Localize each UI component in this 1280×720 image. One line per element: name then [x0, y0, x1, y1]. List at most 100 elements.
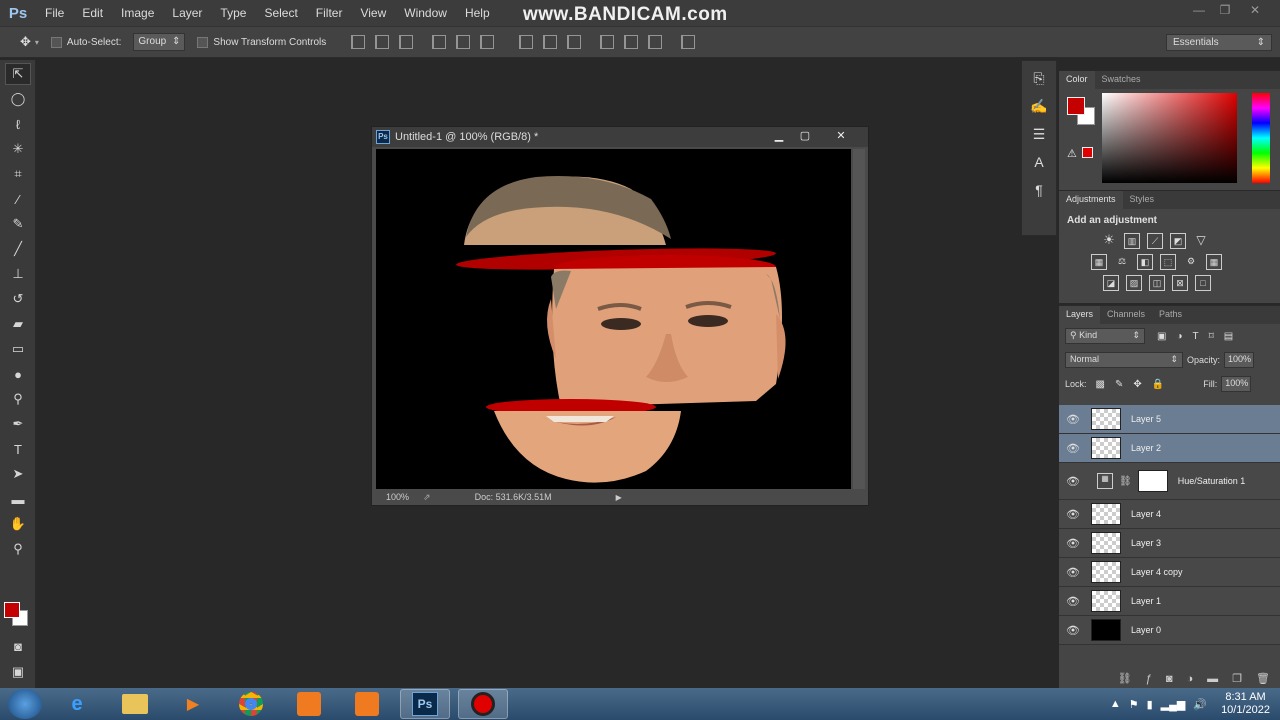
visibility-eye-icon[interactable]: 👁 — [1059, 595, 1087, 608]
minimize-icon[interactable]: — — [1188, 3, 1210, 17]
visibility-eye-icon[interactable]: 👁 — [1059, 475, 1087, 488]
battery-icon[interactable]: ▮ — [1147, 698, 1153, 711]
doc-close-icon[interactable]: ✕ — [832, 129, 850, 143]
dodge-icon[interactable]: ⚲ — [5, 388, 31, 410]
distribute-top-icon[interactable] — [519, 35, 534, 49]
gradient-map-icon[interactable]: ⊠ — [1172, 275, 1188, 291]
visibility-eye-icon[interactable]: 👁 — [1059, 537, 1087, 550]
exposure-icon[interactable]: ◩ — [1170, 233, 1186, 249]
restore-icon[interactable]: ❐ — [1214, 3, 1236, 17]
history-brush-icon[interactable]: ↺ — [5, 288, 31, 310]
close-icon[interactable]: ✕ — [1244, 3, 1266, 17]
visibility-eye-icon[interactable]: 👁 — [1059, 413, 1087, 426]
color-picker-field[interactable] — [1102, 93, 1237, 183]
menu-filter[interactable]: Filter — [307, 6, 352, 20]
tab-swatches[interactable]: Swatches — [1095, 71, 1148, 89]
menu-type[interactable]: Type — [211, 6, 255, 20]
camera-app-icon[interactable] — [342, 689, 392, 719]
foreground-color-swatch[interactable] — [4, 602, 20, 618]
lock-position-icon[interactable]: ✥ — [1133, 379, 1141, 390]
color-balance-icon[interactable]: ⚖ — [1114, 254, 1130, 270]
link-layers-icon[interactable]: ⛓ — [1118, 672, 1132, 685]
brush-icon[interactable]: ╱ — [5, 238, 31, 260]
paragraph-panel-icon[interactable]: ¶ — [1026, 179, 1052, 201]
clone-stamp-icon[interactable]: ⊥ — [5, 263, 31, 285]
magic-wand-icon[interactable]: ✳ — [5, 138, 31, 160]
rectangle-icon[interactable]: ▬ — [5, 488, 31, 510]
new-group-icon[interactable]: ▬ — [1207, 673, 1218, 685]
distribute-hcenter-icon[interactable] — [624, 35, 639, 49]
filter-type-icon[interactable]: T — [1193, 331, 1199, 342]
new-layer-icon[interactable]: ❐ — [1232, 672, 1242, 685]
align-right-icon[interactable] — [480, 35, 495, 49]
visibility-eye-icon[interactable]: 👁 — [1059, 566, 1087, 579]
type-icon[interactable]: T — [5, 438, 31, 460]
pen-icon[interactable]: ✒ — [5, 413, 31, 435]
photo-filter-icon[interactable]: ⬚ — [1160, 254, 1176, 270]
visibility-eye-icon[interactable]: 👁 — [1059, 442, 1087, 455]
layer-kind-filter[interactable]: ⚲ Kind ⇕ — [1065, 328, 1145, 344]
workspace-dropdown[interactable]: Essentials ⇕ — [1166, 34, 1272, 51]
hand-icon[interactable]: ✋ — [5, 513, 31, 535]
tool-preset-chevron-icon[interactable]: ▾ — [35, 38, 39, 47]
threshold-icon[interactable]: ◫ — [1149, 275, 1165, 291]
blur-icon[interactable]: ● — [5, 363, 31, 385]
chrome-icon[interactable] — [226, 689, 276, 719]
internet-explorer-icon[interactable]: e — [52, 689, 102, 719]
start-button[interactable] — [8, 689, 42, 719]
character-panel-icon[interactable]: A — [1026, 151, 1052, 173]
layer-row[interactable]: 👁 Layer 0 — [1059, 616, 1280, 645]
layer-row[interactable]: 👁 Layer 4 — [1059, 500, 1280, 529]
align-bottom-icon[interactable] — [399, 35, 414, 49]
invert-icon[interactable]: ◪ — [1103, 275, 1119, 291]
filter-smart-icon[interactable]: ▤ — [1224, 331, 1233, 342]
app-icon[interactable] — [284, 689, 334, 719]
elliptical-marquee-icon[interactable]: ◯ — [5, 88, 31, 110]
lasso-icon[interactable]: ℓ — [5, 113, 31, 135]
visibility-eye-icon[interactable]: 👁 — [1059, 624, 1087, 637]
filter-adjustment-icon[interactable]: ◑ — [1176, 331, 1182, 342]
properties-panel-icon[interactable]: ☰ — [1026, 123, 1052, 145]
auto-select-checkbox[interactable] — [50, 36, 62, 48]
crop-icon[interactable]: ⌗ — [5, 163, 31, 185]
tray-expand-icon[interactable]: ▲ — [1110, 698, 1121, 710]
photoshop-icon[interactable]: Ps — [400, 689, 450, 719]
new-adjustment-icon[interactable]: ◑ — [1187, 673, 1194, 685]
menu-image[interactable]: Image — [112, 6, 163, 20]
quick-mask-icon[interactable]: ◙ — [5, 635, 31, 657]
align-top-icon[interactable] — [351, 35, 366, 49]
path-selection-icon[interactable]: ➤ — [5, 463, 31, 485]
eraser-icon[interactable]: ▰ — [5, 313, 31, 335]
lock-all-icon[interactable]: 🔒 — [1152, 379, 1164, 390]
image-canvas[interactable] — [376, 149, 851, 489]
lock-transparent-icon[interactable]: ▩ — [1096, 379, 1105, 390]
hue-slider[interactable] — [1252, 93, 1270, 183]
distribute-left-icon[interactable] — [600, 35, 615, 49]
distribute-vcenter-icon[interactable] — [543, 35, 558, 49]
menu-edit[interactable]: Edit — [73, 6, 112, 20]
levels-icon[interactable]: ▥ — [1124, 233, 1140, 249]
layer-row[interactable]: 👁 Layer 5 — [1059, 405, 1280, 434]
fill-input[interactable]: 100% — [1221, 376, 1252, 392]
tab-color[interactable]: Color — [1059, 71, 1095, 89]
history-panel-icon[interactable]: ⎘ — [1026, 67, 1052, 89]
menu-file[interactable]: File — [36, 6, 73, 20]
doc-minimize-icon[interactable]: ▁ — [770, 129, 788, 143]
tab-styles[interactable]: Styles — [1123, 191, 1162, 209]
brightness-icon[interactable]: ☀ — [1101, 233, 1117, 249]
posterize-icon[interactable]: ▨ — [1126, 275, 1142, 291]
color-lookup-icon[interactable]: ▦ — [1206, 254, 1222, 270]
gradient-icon[interactable]: ▭ — [5, 338, 31, 360]
auto-select-dropdown[interactable]: Group ⇕ — [133, 33, 186, 51]
layer-style-icon[interactable]: ƒ — [1146, 673, 1152, 685]
move-tool-icon[interactable]: ✥ — [20, 34, 31, 50]
document-title-bar[interactable]: Ps Untitled-1 @ 100% (RGB/8) * — [372, 127, 868, 147]
distribute-right-icon[interactable] — [648, 35, 663, 49]
action-center-icon[interactable]: ⚑ — [1129, 698, 1139, 711]
layer-mask-thumbnail[interactable] — [1137, 470, 1168, 492]
selective-color-icon[interactable]: □ — [1195, 275, 1211, 291]
network-icon[interactable]: ▂▄▆ — [1161, 698, 1186, 711]
layer-row[interactable]: 👁 ▦ ⛓ Hue/Saturation 1 — [1059, 463, 1280, 500]
menu-help[interactable]: Help — [456, 6, 499, 20]
layer-row[interactable]: 👁 Layer 1 — [1059, 587, 1280, 616]
